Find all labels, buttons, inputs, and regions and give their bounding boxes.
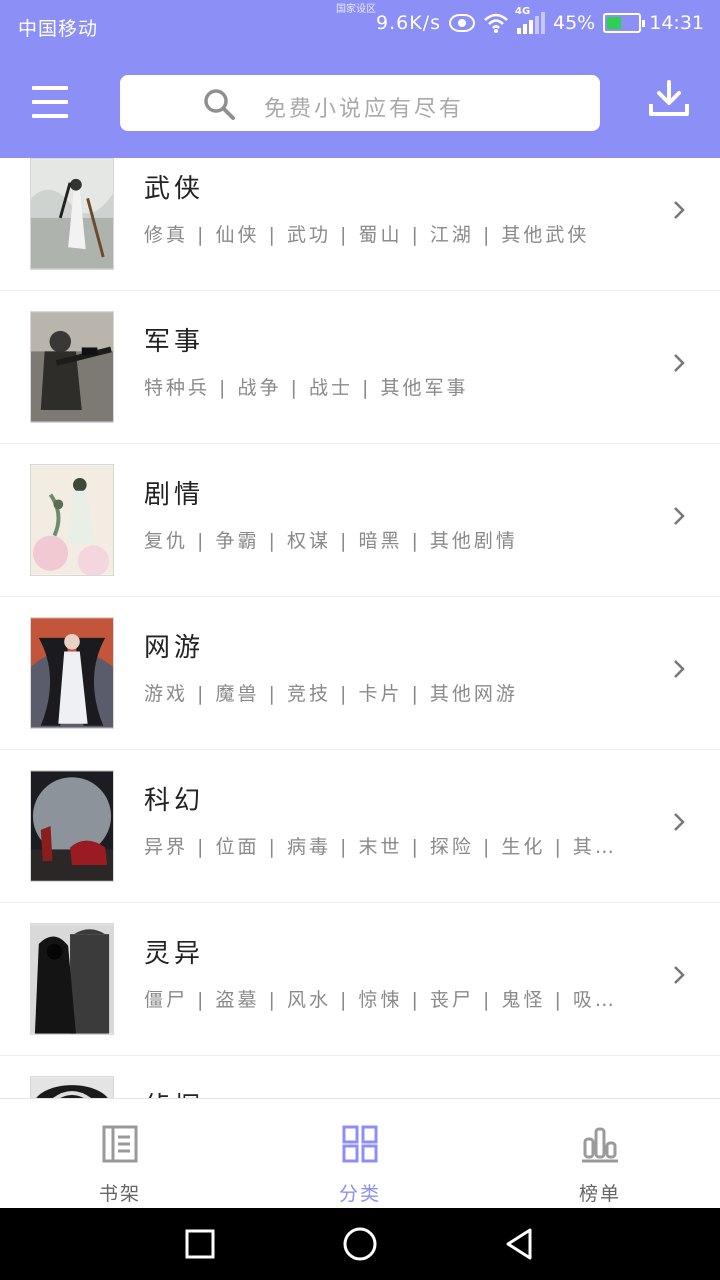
net-speed: 9.6K/s (376, 12, 441, 34)
category-row-detective[interactable]: 侦探 (0, 1056, 720, 1098)
book-cover-image (30, 770, 114, 882)
recent-apps-icon[interactable] (182, 1226, 218, 1262)
book-cover-image (30, 1076, 114, 1098)
search-placeholder: 免费小说应有尽有 (264, 97, 465, 122)
system-navigation-bar (0, 1208, 720, 1280)
tab-bookshelf[interactable]: 书架 (0, 1099, 240, 1209)
top-app-bar: 中国移动 国家设区 9.6K/s 4G 45% 14:31 免费小说应有尽有 (0, 0, 720, 158)
category-tags: 僵尸 | 盗墓 | 风水 | 惊悚 | 丧尸 | 鬼怪 | 吸… (144, 989, 617, 1011)
back-icon[interactable] (502, 1226, 538, 1262)
category-tags: 复仇 | 争霸 | 权谋 | 暗黑 | 其他剧情 (144, 530, 518, 552)
chevron-right-icon (674, 354, 685, 372)
tab-label: 书架 (98, 1183, 141, 1205)
tab-label: 分类 (338, 1183, 381, 1205)
category-tags: 特种兵 | 战争 | 战士 | 其他军事 (144, 377, 469, 399)
category-title: 侦探 (144, 1086, 204, 1098)
status-bar: 中国移动 国家设区 9.6K/s 4G 45% 14:31 (0, 0, 720, 52)
tab-label: 榜单 (578, 1183, 621, 1205)
wifi-icon (484, 13, 508, 33)
category-row-supernatural[interactable]: 灵异 僵尸 | 盗墓 | 风水 | 惊悚 | 丧尸 | 鬼怪 | 吸… (0, 903, 720, 1056)
category-row-plot[interactable]: 剧情 复仇 | 争霸 | 权谋 | 暗黑 | 其他剧情 (0, 444, 720, 597)
battery-percent: 45% (553, 12, 596, 34)
category-row-wuxia[interactable]: 武侠 修真 | 仙侠 | 武功 | 蜀山 | 江湖 | 其他武侠 (0, 158, 720, 291)
cell-signal-icon: 4G (515, 6, 545, 34)
home-icon[interactable] (342, 1226, 378, 1262)
chevron-right-icon (674, 507, 685, 525)
download-icon[interactable] (648, 78, 690, 118)
status-tiny-label: 国家设区 (336, 4, 376, 15)
status-icons: 9.6K/s 4G 45% 14:31 (376, 6, 704, 34)
category-title: 科幻 (144, 786, 205, 816)
book-cover-image (30, 464, 114, 576)
bottom-navigation: 书架 分类 榜单 (0, 1098, 720, 1208)
eye-comfort-icon (449, 14, 475, 32)
carrier-name: 中国移动 (18, 18, 99, 40)
category-row-scifi[interactable]: 科幻 异界 | 位面 | 病毒 | 末世 | 探险 | 生化 | 其… (0, 750, 720, 903)
bookshelf-icon (102, 1125, 138, 1163)
category-title: 网游 (144, 633, 205, 663)
battery-icon (603, 13, 646, 33)
book-cover-image (30, 617, 114, 729)
network-type: 4G (515, 6, 531, 17)
chevron-right-icon (674, 201, 685, 219)
category-title: 剧情 (144, 480, 205, 510)
category-title: 军事 (144, 327, 205, 357)
book-cover-image (30, 158, 114, 270)
category-list[interactable]: 武侠 修真 | 仙侠 | 武功 | 蜀山 | 江湖 | 其他武侠 军事 特种兵 … (0, 158, 720, 1098)
chevron-right-icon (674, 813, 685, 831)
book-cover-image (30, 923, 114, 1035)
search-input[interactable]: 免费小说应有尽有 (120, 75, 600, 131)
hamburger-icon[interactable] (32, 86, 68, 118)
category-title: 武侠 (144, 174, 205, 204)
search-icon (204, 89, 235, 120)
category-tags: 异界 | 位面 | 病毒 | 末世 | 探险 | 生化 | 其… (144, 836, 617, 858)
category-tags: 修真 | 仙侠 | 武功 | 蜀山 | 江湖 | 其他武侠 (144, 224, 590, 246)
tab-category[interactable]: 分类 (240, 1099, 480, 1209)
ranking-chart-icon (582, 1127, 618, 1163)
chevron-right-icon (674, 966, 685, 984)
category-row-military[interactable]: 军事 特种兵 | 战争 | 战士 | 其他军事 (0, 291, 720, 444)
book-cover-image (30, 311, 114, 423)
clock: 14:31 (649, 12, 704, 34)
tab-ranking[interactable]: 榜单 (480, 1099, 720, 1209)
category-tags: 游戏 | 魔兽 | 竞技 | 卡片 | 其他网游 (144, 683, 518, 705)
chevron-right-icon (674, 660, 685, 678)
category-grid-icon (342, 1125, 378, 1163)
category-title: 灵异 (144, 939, 205, 969)
category-row-online-game[interactable]: 网游 游戏 | 魔兽 | 竞技 | 卡片 | 其他网游 (0, 597, 720, 750)
